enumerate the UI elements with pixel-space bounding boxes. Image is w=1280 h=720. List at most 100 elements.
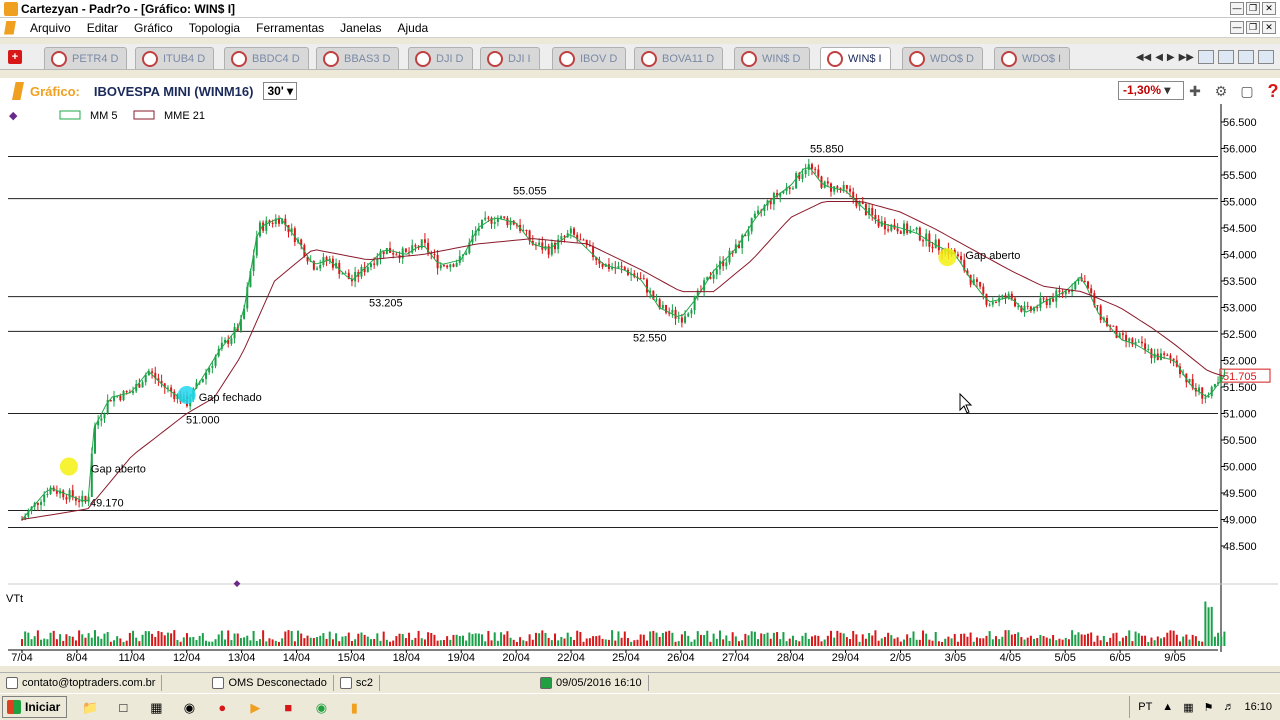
candle-body	[433, 254, 436, 256]
next-tab-icon[interactable]: ▶	[1167, 52, 1175, 63]
volume-bar	[715, 638, 718, 646]
explorer-icon[interactable]: □	[112, 697, 134, 717]
doc-close-icon[interactable]: ✕	[1262, 21, 1276, 34]
volume-bar	[909, 637, 912, 646]
close-icon[interactable]: ✕	[1262, 2, 1276, 15]
chrome-icon[interactable]: ◉	[310, 697, 332, 717]
chart-tab-icon	[142, 50, 158, 67]
y-tick-label: 54.000	[1223, 250, 1257, 262]
volume-bar	[1188, 639, 1191, 646]
folder-icon[interactable]: 📁	[79, 697, 101, 717]
volume-bar	[998, 639, 1001, 646]
print-icon[interactable]: ▢	[1238, 82, 1256, 100]
volume-bar	[398, 633, 401, 646]
folder-icon[interactable]	[1218, 50, 1234, 64]
volume-bar	[1074, 634, 1077, 646]
start-button[interactable]: Iniciar	[2, 696, 68, 718]
volume-bar	[709, 641, 712, 646]
tab-win-i[interactable]: WIN$ I	[820, 47, 891, 69]
last-tab-icon[interactable]: ▶▶	[1179, 52, 1194, 63]
volume-bar	[563, 638, 566, 646]
layout-icon[interactable]	[1238, 50, 1254, 64]
tab-petr4-d[interactable]: PETR4 D	[44, 47, 128, 69]
change-select[interactable]: -1,30% ▾	[1118, 81, 1184, 100]
volume-bar	[1109, 637, 1112, 646]
volume-bar	[842, 633, 845, 646]
tab-itub4-d[interactable]: ITUB4 D	[135, 47, 215, 69]
candle-body	[503, 216, 506, 218]
tab-bova11-d[interactable]: BOVA11 D	[634, 47, 724, 69]
grid-icon[interactable]	[1258, 50, 1274, 64]
flag-tray-icon[interactable]: ⚑	[1204, 701, 1214, 714]
volume-bar	[309, 637, 312, 646]
volume-bar	[427, 632, 430, 646]
candle-body	[1125, 334, 1128, 342]
doc-restore-icon[interactable]: ❐	[1246, 21, 1260, 34]
minimize-icon[interactable]: —	[1230, 2, 1244, 15]
candle-body	[826, 181, 829, 184]
menu-arquivo[interactable]: Arquivo	[22, 21, 79, 35]
tab-win-d[interactable]: WIN$ D	[734, 47, 810, 69]
volume-bar	[902, 639, 905, 646]
volume-bar	[160, 632, 163, 646]
browser-icon[interactable]: ◉	[178, 697, 200, 717]
network-icon[interactable]: ▦	[1183, 701, 1193, 714]
media-icon[interactable]: ▶	[244, 697, 266, 717]
menu-janelas[interactable]: Janelas	[332, 21, 389, 35]
candle-body	[151, 371, 154, 373]
volume-bar	[369, 639, 372, 646]
chart-tools: ✚ ⚙ ▢ ?	[1186, 82, 1280, 100]
menu-topologia[interactable]: Topologia	[181, 21, 248, 35]
volume-bar	[366, 636, 369, 646]
chart-background	[0, 104, 1280, 666]
tab-wdo-i[interactable]: WDO$ I	[994, 47, 1071, 69]
flag-icon	[540, 676, 553, 689]
candle-body	[1099, 305, 1102, 321]
volume-bar	[994, 636, 997, 646]
first-tab-icon[interactable]: ◀◀	[1136, 52, 1151, 63]
menu-editar[interactable]: Editar	[79, 21, 126, 35]
tab-dji-i[interactable]: DJI I	[480, 47, 540, 69]
menu-grafico[interactable]: Gráfico	[126, 21, 181, 35]
tab-wdo-d[interactable]: WDO$ D	[902, 47, 983, 69]
settings-icon[interactable]: ⚙	[1212, 82, 1230, 100]
tab-bbas3-d[interactable]: BBAS3 D	[316, 47, 400, 69]
record-icon[interactable]: ●	[211, 697, 233, 717]
volume-bar	[287, 630, 290, 646]
volume-bar	[1083, 634, 1086, 646]
help-icon[interactable]: ?	[1264, 82, 1280, 100]
prev-tab-icon[interactable]: ◀	[1155, 52, 1163, 63]
restore-icon[interactable]: ❐	[1246, 2, 1260, 15]
volume-bar	[97, 636, 100, 646]
menu-ajuda[interactable]: Ajuda	[390, 21, 437, 35]
candle-body	[680, 317, 683, 323]
candle-body	[265, 220, 268, 231]
candle-body	[693, 295, 696, 311]
candle-body	[481, 219, 484, 229]
price-chart[interactable]: ◆ MM 5 MME 21 56.500 56.000 55.500 55.000 54.50…	[0, 104, 1280, 666]
pdf-icon[interactable]: ■	[277, 697, 299, 717]
volume-bar	[915, 639, 918, 646]
period-select[interactable]: 30' ▾	[263, 82, 298, 100]
doc-minimize-icon[interactable]: —	[1230, 21, 1244, 34]
x-tick-label: 15/04	[338, 652, 366, 664]
add-chart-button[interactable]: +	[8, 50, 22, 64]
play-icon[interactable]	[1198, 50, 1214, 64]
language-indicator[interactable]: PT	[1138, 701, 1152, 713]
cartezyan-icon[interactable]: ▮	[343, 697, 365, 717]
tab-dji-d[interactable]: DJI D	[408, 47, 473, 69]
candle-body	[617, 266, 620, 269]
tray-arrow-icon[interactable]: ▲	[1162, 701, 1173, 713]
tab-ibov-d[interactable]: IBOV D	[552, 47, 627, 69]
volume-bar	[477, 633, 480, 646]
menu-ferramentas[interactable]: Ferramentas	[248, 21, 332, 35]
calculator-icon[interactable]: ▦	[145, 697, 167, 717]
crosshair-icon[interactable]: ✚	[1186, 82, 1204, 100]
tab-bbdc4-d[interactable]: BBDC4 D	[224, 47, 309, 69]
volume-bar	[801, 635, 804, 646]
volume-bar	[201, 633, 204, 646]
volume-bar	[1036, 638, 1039, 646]
volume-icon[interactable]: ♬	[1223, 701, 1234, 713]
level-label: 52.550	[633, 332, 667, 344]
candle-body	[1140, 341, 1143, 344]
